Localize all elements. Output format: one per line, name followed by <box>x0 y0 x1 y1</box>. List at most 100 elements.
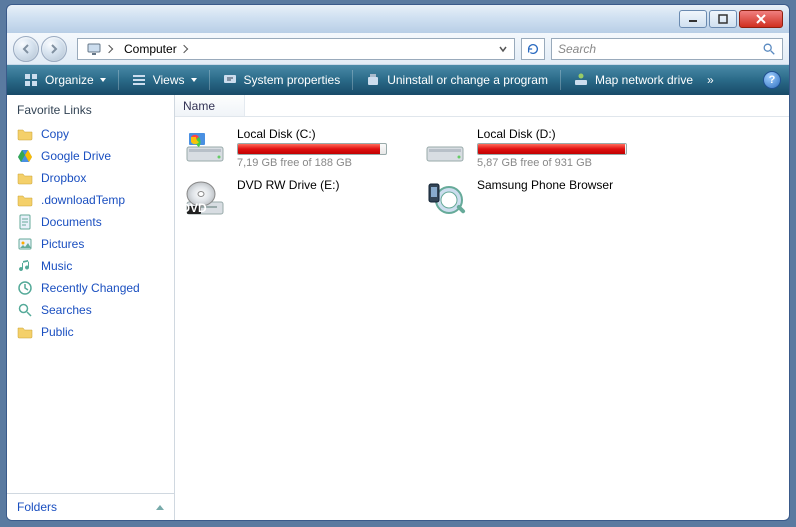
folders-toggle[interactable]: Folders <box>7 493 174 520</box>
maximize-button[interactable] <box>709 10 737 28</box>
column-name-label: Name <box>183 99 215 113</box>
forward-button[interactable] <box>41 36 67 62</box>
folder-icon <box>17 192 33 208</box>
sidebar-item-label: Music <box>41 259 72 273</box>
sidebar: Favorite Links Copy Google Drive Dropbox .d… <box>7 95 175 520</box>
sidebar-item-label: Google Drive <box>41 149 111 163</box>
refresh-icon <box>526 42 540 56</box>
sidebar-item[interactable]: Documents <box>11 211 170 233</box>
views-icon <box>131 72 147 88</box>
command-bar: Organize Views System properties Uninsta… <box>7 65 789 95</box>
recent-icon <box>17 280 33 296</box>
drive-name: DVD RW Drive (E:) <box>237 178 393 192</box>
sidebar-item[interactable]: .downloadTemp <box>11 189 170 211</box>
chevron-right-icon <box>179 44 187 52</box>
sidebar-item-label: Searches <box>41 303 92 317</box>
uninstall-icon <box>365 72 381 88</box>
uninstall-button[interactable]: Uninstall or change a program <box>357 65 556 95</box>
doc-icon <box>17 214 33 230</box>
properties-icon <box>222 72 238 88</box>
sidebar-item-label: Recently Changed <box>41 281 140 295</box>
drive-free-text: 7,19 GB free of 188 GB <box>237 157 393 169</box>
sidebar-item[interactable]: Copy <box>11 123 170 145</box>
chevron-up-icon <box>156 505 164 510</box>
capacity-bar <box>477 143 627 155</box>
sidebar-item[interactable]: Recently Changed <box>11 277 170 299</box>
search-placeholder: Search <box>558 42 596 56</box>
drive-icon <box>183 127 227 170</box>
svg-text:DVD: DVD <box>183 201 207 215</box>
drive-name: Local Disk (D:) <box>477 127 633 141</box>
views-menu[interactable]: Views <box>123 65 205 95</box>
toolbar-overflow[interactable]: » <box>703 65 716 95</box>
drive-free-text: 5,87 GB free of 931 GB <box>477 157 633 169</box>
sidebar-item-label: Documents <box>41 215 102 229</box>
chevron-double-right-icon: » <box>707 73 712 87</box>
sidebar-item[interactable]: Google Drive <box>11 145 170 167</box>
nav-row: Computer Search <box>7 33 789 65</box>
organize-icon <box>23 72 39 88</box>
chevron-down-icon <box>191 78 197 82</box>
system-properties-button[interactable]: System properties <box>214 65 349 95</box>
views-label: Views <box>153 73 185 87</box>
column-header-row: Name <box>175 95 789 117</box>
nav-buttons <box>13 36 67 62</box>
sidebar-item[interactable]: Music <box>11 255 170 277</box>
drive-icon <box>423 127 467 170</box>
drive-list: Local Disk (C:)7,19 GB free of 188 GBLoc… <box>175 117 789 231</box>
chevron-down-icon <box>100 78 106 82</box>
organize-label: Organize <box>45 73 94 87</box>
mapdrive-label: Map network drive <box>595 73 693 87</box>
folder-icon <box>17 170 33 186</box>
uninstall-label: Uninstall or change a program <box>387 73 548 87</box>
drive-icon: DVD <box>183 178 227 221</box>
address-dropdown[interactable] <box>494 42 512 56</box>
gdrive-icon <box>17 148 33 164</box>
pic-icon <box>17 236 33 252</box>
main-panel: Name Local Disk (C:) 7,19 GB free of 188 … <box>175 95 789 520</box>
capacity-bar <box>237 143 387 155</box>
sidebar-item-label: .downloadTemp <box>41 193 125 207</box>
computer-icon <box>86 41 102 57</box>
folders-label: Folders <box>17 500 57 514</box>
drive-name: Local Disk (C:) <box>237 127 393 141</box>
chevron-right-icon <box>105 44 113 52</box>
organize-menu[interactable]: Organize <box>15 65 114 95</box>
minimize-button[interactable] <box>679 10 707 28</box>
titlebar <box>7 5 789 33</box>
folder-icon <box>17 126 33 142</box>
breadcrumb-root[interactable] <box>80 39 118 59</box>
address-bar[interactable]: Computer <box>77 38 515 60</box>
search-input[interactable]: Search <box>551 38 783 60</box>
search-icon <box>17 302 33 318</box>
sidebar-items: Copy Google Drive Dropbox .downloadTemp Docu… <box>7 123 174 493</box>
refresh-button[interactable] <box>521 38 545 60</box>
drive-item[interactable]: Samsung Phone Browser <box>423 178 633 221</box>
sidebar-item[interactable]: Searches <box>11 299 170 321</box>
drive-item[interactable]: DVD DVD RW Drive (E:) <box>183 178 393 221</box>
sysprops-label: System properties <box>244 73 341 87</box>
content-area: Favorite Links Copy Google Drive Dropbox .d… <box>7 95 789 520</box>
music-icon <box>17 258 33 274</box>
network-drive-icon <box>573 72 589 88</box>
drive-item[interactable]: Local Disk (D:) 5,87 GB free of 931 GB <box>423 127 633 170</box>
column-name[interactable]: Name <box>175 95 245 116</box>
sidebar-header: Favorite Links <box>7 95 174 123</box>
close-button[interactable] <box>739 10 783 28</box>
back-button[interactable] <box>13 36 39 62</box>
map-drive-button[interactable]: Map network drive <box>565 65 701 95</box>
sidebar-item-label: Pictures <box>41 237 84 251</box>
sidebar-item[interactable]: Pictures <box>11 233 170 255</box>
sidebar-item-label: Public <box>41 325 74 339</box>
breadcrumb-label: Computer <box>124 42 177 56</box>
drive-icon <box>423 178 467 221</box>
sidebar-item[interactable]: Dropbox <box>11 167 170 189</box>
folder-icon <box>17 324 33 340</box>
sidebar-item[interactable]: Public <box>11 321 170 343</box>
help-button[interactable]: ? <box>763 71 781 89</box>
drive-item[interactable]: Local Disk (C:) 7,19 GB free of 188 GB <box>183 127 393 170</box>
explorer-window: Computer Search Organize Views <box>6 4 790 521</box>
sidebar-item-label: Copy <box>41 127 69 141</box>
breadcrumb-computer[interactable]: Computer <box>118 39 193 59</box>
search-icon <box>762 42 776 56</box>
